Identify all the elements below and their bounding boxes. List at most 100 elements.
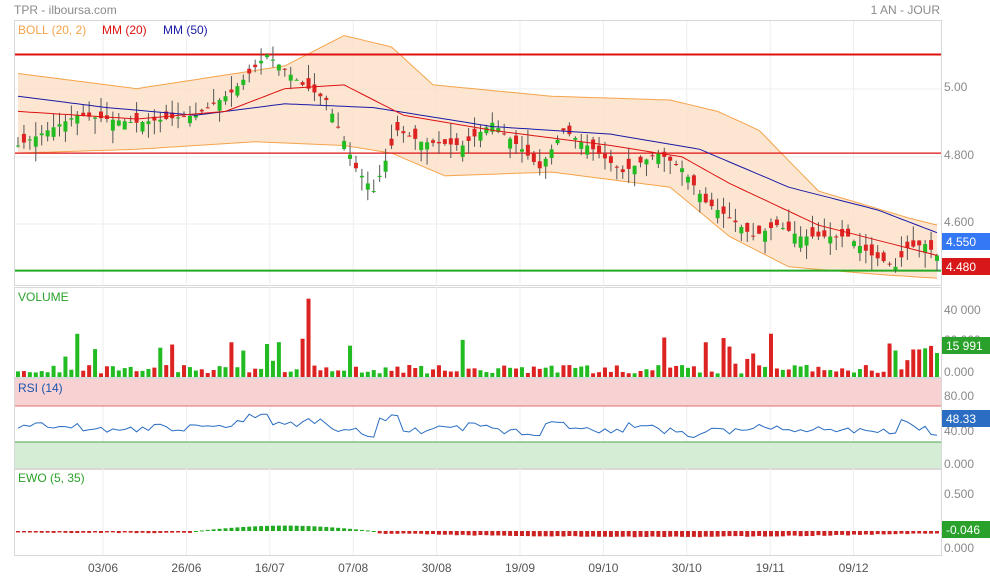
ewo-bar bbox=[134, 531, 139, 534]
candle-body bbox=[128, 122, 133, 124]
ewo-bar bbox=[899, 531, 904, 534]
candle-body bbox=[431, 140, 436, 143]
ewo-bar bbox=[193, 531, 198, 532]
candle-body bbox=[561, 128, 566, 131]
candle-body bbox=[265, 54, 270, 58]
ewo-bar bbox=[330, 527, 335, 531]
price-tick-480: 4.800 bbox=[944, 148, 974, 162]
volume-bar bbox=[597, 372, 602, 377]
volume-bar bbox=[229, 342, 234, 377]
ewo-bar bbox=[27, 531, 32, 533]
ewo-bar bbox=[436, 531, 441, 535]
ewo-bar bbox=[608, 531, 613, 537]
candle-body bbox=[300, 82, 305, 85]
ewo-bar bbox=[87, 531, 92, 533]
ewo-bar bbox=[709, 531, 714, 537]
volume-bar bbox=[579, 366, 584, 377]
ewo-bar bbox=[223, 528, 228, 531]
candle-body bbox=[57, 124, 62, 127]
x-axis-label: 30/08 bbox=[422, 561, 452, 575]
ewo-bar bbox=[490, 531, 495, 536]
candle-body bbox=[656, 153, 661, 164]
candle-body bbox=[199, 109, 204, 112]
volume-tick-40000: 40 000 bbox=[944, 303, 981, 317]
volume-bar bbox=[401, 372, 406, 377]
ewo-bar bbox=[187, 531, 192, 533]
candle-body bbox=[691, 175, 696, 186]
volume-bar bbox=[840, 368, 845, 377]
candle-body bbox=[27, 139, 32, 141]
rsi-tick-80: 80.00 bbox=[944, 389, 974, 403]
volume-bar bbox=[193, 370, 198, 377]
price-tick-460: 4.600 bbox=[944, 215, 974, 229]
candle-body bbox=[294, 79, 299, 81]
ewo-bar bbox=[638, 531, 643, 537]
volume-bar bbox=[887, 343, 892, 377]
candle-body bbox=[419, 141, 424, 151]
candle-body bbox=[478, 131, 483, 141]
candle-body bbox=[460, 145, 465, 157]
volume-bar bbox=[567, 365, 572, 377]
ewo-bar bbox=[33, 531, 38, 533]
ewo-bar bbox=[170, 531, 175, 533]
ewo-bar bbox=[448, 531, 453, 535]
volume-bar bbox=[211, 369, 216, 377]
candle-body bbox=[923, 244, 928, 253]
candle-body bbox=[863, 244, 868, 251]
candle-body bbox=[508, 138, 513, 149]
ewo-bar bbox=[442, 531, 447, 535]
candle-body bbox=[543, 158, 548, 167]
rsi-line bbox=[17, 413, 938, 439]
candle-body bbox=[401, 131, 406, 134]
stock-chart: TPR - ilboursa.com 1 AN - JOUR BOLL (20,… bbox=[14, 3, 990, 575]
ewo-bar bbox=[585, 531, 590, 537]
ewo-bar bbox=[306, 526, 311, 531]
candle-body bbox=[45, 130, 50, 137]
volume-bar bbox=[93, 349, 98, 377]
volume-bar bbox=[223, 367, 228, 377]
volume-bar bbox=[442, 370, 447, 377]
candle-body bbox=[371, 191, 376, 193]
ewo-bar bbox=[537, 531, 542, 537]
candle-body bbox=[75, 115, 80, 124]
candle-body bbox=[834, 236, 839, 238]
volume-bar bbox=[365, 371, 370, 377]
volume-bar bbox=[490, 372, 495, 377]
candle-body bbox=[638, 156, 643, 163]
candle-body bbox=[531, 152, 536, 162]
volume-bar bbox=[923, 348, 928, 377]
ewo-bar bbox=[674, 531, 679, 537]
candle-body bbox=[436, 141, 441, 144]
candle-body bbox=[241, 79, 246, 85]
ewo-bar bbox=[140, 531, 145, 533]
ewo-bar bbox=[158, 531, 163, 533]
candle-body bbox=[140, 122, 145, 132]
volume-bar bbox=[116, 370, 121, 377]
ewo-bar bbox=[81, 531, 86, 533]
volume-bar bbox=[549, 365, 554, 377]
candle-body bbox=[348, 154, 353, 159]
chart-source-title: TPR - ilboursa.com bbox=[14, 3, 117, 17]
candle-body bbox=[851, 241, 856, 247]
ewo-bar bbox=[810, 531, 815, 536]
volume-bar bbox=[436, 365, 441, 377]
rsi-badge: 48.33 bbox=[946, 412, 976, 426]
ewo-bar bbox=[270, 525, 275, 531]
candle-body bbox=[312, 84, 317, 93]
ewo-bar bbox=[567, 531, 572, 537]
ewo-bar bbox=[217, 528, 222, 531]
candle-body bbox=[454, 138, 459, 145]
ewo-bar bbox=[182, 531, 187, 533]
ewo-bar bbox=[348, 528, 353, 531]
candle-body bbox=[579, 141, 584, 149]
volume-bar bbox=[247, 372, 252, 377]
candle-body bbox=[33, 136, 38, 147]
volume-bar bbox=[182, 365, 187, 377]
candle-body bbox=[798, 236, 803, 248]
ewo-bar bbox=[822, 531, 827, 536]
volume-bar bbox=[128, 366, 133, 377]
candle-body bbox=[644, 159, 649, 165]
candle-body bbox=[822, 230, 827, 237]
candle-body bbox=[253, 64, 258, 68]
candle-body bbox=[383, 160, 388, 172]
